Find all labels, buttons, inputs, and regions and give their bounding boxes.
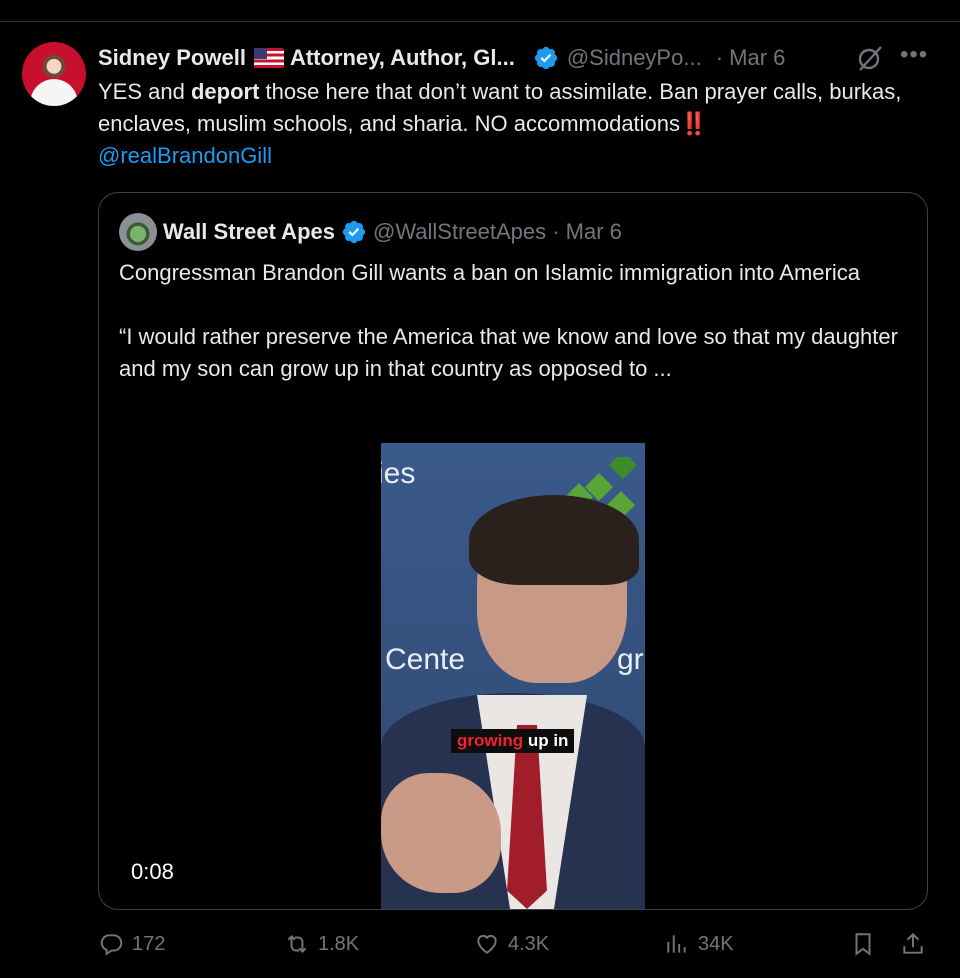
author-name[interactable]: Sidney Powell bbox=[98, 45, 246, 71]
like-icon bbox=[477, 934, 497, 954]
quote-author-name[interactable]: Wall Street Apes bbox=[163, 219, 335, 245]
like-count: 4.3K bbox=[508, 932, 550, 955]
video-player[interactable]: ies Cente gra growing up in bbox=[381, 443, 645, 909]
double-exclamation-icon: ‼️ bbox=[680, 111, 708, 136]
author-title[interactable]: Attorney, Author, Gl... bbox=[290, 45, 515, 71]
more-icon[interactable]: ••• bbox=[900, 43, 928, 73]
video-bg-text: gra bbox=[617, 643, 645, 676]
share-button[interactable] bbox=[900, 926, 934, 962]
video-caption: growing up in bbox=[451, 729, 575, 753]
reply-count: 172 bbox=[132, 932, 166, 955]
avatar[interactable] bbox=[22, 42, 86, 106]
quote-text: Congressman Brandon Gill wants a ban on … bbox=[119, 260, 898, 381]
repost-count: 1.8K bbox=[318, 932, 360, 955]
views-button[interactable]: 34K bbox=[664, 926, 734, 962]
quoted-tweet[interactable]: Wall Street Apes @WallStreetApes · Mar 6… bbox=[98, 192, 928, 910]
video-figure-hand bbox=[381, 773, 501, 893]
mention-link[interactable]: @realBrandonGill bbox=[98, 143, 272, 168]
grok-icon[interactable] bbox=[856, 44, 884, 72]
tweet-text: YES and deport those here that don’t wan… bbox=[98, 79, 902, 168]
views-count: 34K bbox=[698, 932, 734, 955]
bookmark-icon bbox=[855, 933, 871, 956]
quote-avatar[interactable] bbox=[119, 213, 157, 251]
share-icon bbox=[903, 932, 923, 954]
author-handle[interactable]: @SidneyPo... bbox=[567, 45, 702, 71]
video-timer: 0:08 bbox=[131, 859, 174, 884]
reply-button[interactable]: 172 bbox=[98, 926, 165, 962]
verified-badge-icon[interactable] bbox=[533, 45, 559, 71]
tweet-header: Sidney Powell Attorney, Author, Gl... @S… bbox=[98, 42, 938, 74]
quote-handle-date[interactable]: @WallStreetApes · Mar 6 bbox=[373, 219, 622, 245]
tweet-date[interactable]: · Mar 6 bbox=[716, 45, 786, 71]
verified-badge-icon[interactable] bbox=[341, 219, 367, 245]
quote-header: Wall Street Apes @WallStreetApes · Mar 6 bbox=[163, 215, 622, 249]
repost-icon bbox=[287, 935, 307, 953]
views-icon bbox=[667, 935, 686, 953]
action-bar: 172 1.8K 4.3K 34K bbox=[98, 926, 928, 962]
like-button[interactable]: 4.3K bbox=[474, 926, 549, 962]
repost-button[interactable]: 1.8K bbox=[284, 926, 359, 962]
video-bg-text: ies bbox=[381, 457, 416, 490]
video-figure-hair bbox=[469, 495, 639, 585]
video-bg-text: Cente bbox=[385, 643, 466, 676]
reply-icon bbox=[100, 934, 123, 956]
bookmark-button[interactable] bbox=[850, 926, 884, 962]
us-flag-icon bbox=[253, 48, 284, 68]
top-divider bbox=[0, 21, 960, 22]
